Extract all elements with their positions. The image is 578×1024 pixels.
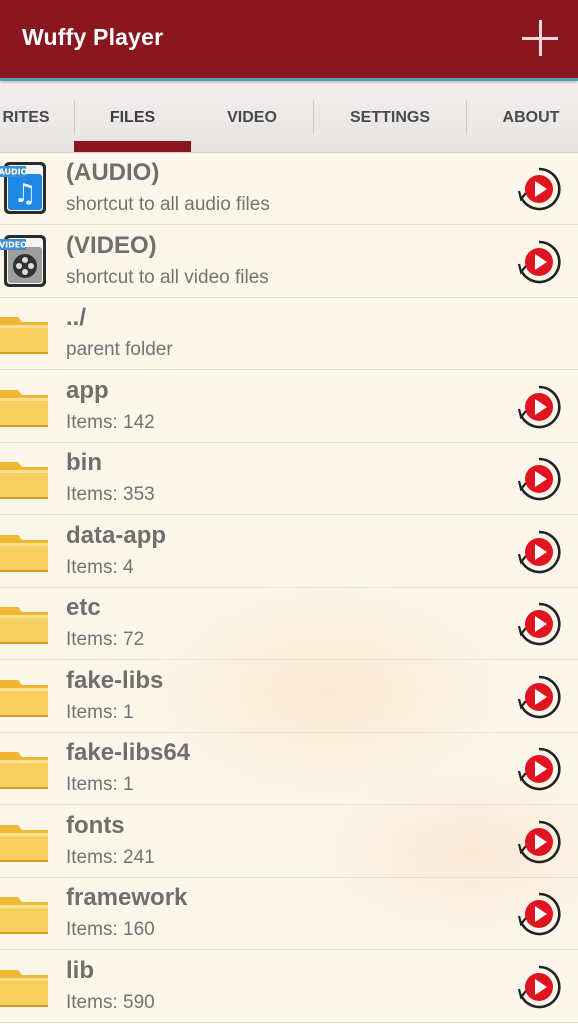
list-item[interactable]: data-app Items: 4 (0, 515, 578, 588)
list-item[interactable]: framework Items: 160 (0, 877, 578, 950)
list-item[interactable]: bin Items: 353 (0, 442, 578, 515)
item-title: etc (66, 594, 101, 621)
audio-file-icon: ♫ AUDIO (0, 160, 50, 216)
tab-favorites[interactable]: RITES (0, 81, 60, 152)
item-title: fonts (66, 811, 125, 839)
app-bar: Wuffy Player (0, 0, 578, 81)
folder-icon (0, 885, 50, 941)
folder-icon (0, 668, 50, 724)
item-subtitle: Items: 353 (66, 484, 155, 505)
item-title: fake-libs (66, 666, 164, 694)
list-item[interactable]: etc Items: 72 (0, 587, 578, 660)
folder-icon (0, 813, 50, 869)
item-title: bin (66, 449, 102, 476)
plus-icon[interactable] (520, 18, 560, 58)
play-circle-icon[interactable] (516, 384, 562, 430)
list-item[interactable]: lib Items: 590 (0, 950, 578, 1023)
item-subtitle: Items: 160 (66, 919, 155, 940)
play-circle-icon[interactable] (516, 529, 562, 575)
tab-video[interactable]: VIDEO (191, 81, 313, 152)
list-item[interactable]: app Items: 142 (0, 370, 578, 443)
app-title: Wuffy Player (22, 24, 164, 50)
list-item[interactable]: ♫ AUDIO (AUDIO) shortcut to all audio files (0, 152, 578, 225)
item-subtitle: Items: 1 (66, 701, 134, 723)
folder-icon (0, 523, 50, 579)
play-circle-icon[interactable] (516, 456, 562, 502)
list-item[interactable]: ../ parent folder (0, 297, 578, 370)
app-bar-accent-line (0, 78, 578, 81)
svg-text:VIDEO: VIDEO (0, 240, 27, 249)
list-item[interactable]: VIDEO (VIDEO) shortcut to all video files (0, 225, 578, 298)
play-circle-icon[interactable] (516, 819, 562, 865)
item-subtitle: shortcut to all audio files (66, 194, 270, 215)
item-title: app (66, 376, 109, 404)
list-item[interactable]: fake-libs64 Items: 1 (0, 732, 578, 805)
folder-icon (0, 305, 50, 361)
play-circle-icon[interactable] (516, 166, 562, 212)
item-subtitle: Items: 241 (66, 846, 155, 868)
tab-settings[interactable]: SETTINGS (313, 81, 467, 152)
item-title: fake-libs64 (66, 739, 191, 766)
item-title: data-app (66, 521, 167, 549)
play-circle-icon[interactable] (516, 601, 562, 647)
item-subtitle: Items: 1 (66, 774, 134, 795)
play-circle-icon[interactable] (516, 746, 562, 792)
folder-icon (0, 378, 50, 434)
item-title: (AUDIO) (66, 159, 160, 186)
play-circle-icon[interactable] (516, 239, 562, 285)
item-title: framework (66, 884, 188, 911)
item-subtitle: Items: 590 (66, 991, 155, 1013)
play-circle-icon[interactable] (516, 964, 562, 1010)
item-subtitle: parent folder (66, 339, 173, 360)
folder-icon (0, 450, 50, 506)
list-item[interactable]: fake-libs Items: 1 (0, 660, 578, 733)
tab-about[interactable]: ABOUT (467, 81, 578, 152)
play-circle-icon[interactable] (516, 891, 562, 937)
folder-icon (0, 958, 50, 1014)
folder-icon (0, 740, 50, 796)
item-subtitle: shortcut to all video files (66, 266, 269, 288)
svg-text:♫: ♫ (13, 179, 36, 209)
play-circle-icon[interactable] (516, 674, 562, 720)
item-subtitle: Items: 72 (66, 629, 145, 650)
item-title: (VIDEO) (66, 231, 157, 259)
file-list[interactable]: ♫ AUDIO (AUDIO) shortcut to all audio files… (0, 152, 578, 1024)
svg-text:AUDIO: AUDIO (0, 168, 28, 177)
item-title: ../ (66, 304, 87, 331)
item-title: lib (66, 956, 94, 984)
list-item[interactable]: fonts Items: 241 (0, 805, 578, 878)
video-file-icon: VIDEO (0, 233, 50, 289)
item-subtitle: Items: 4 (66, 556, 134, 578)
selected-tab-indicator (74, 141, 191, 152)
item-subtitle: Items: 142 (66, 411, 155, 433)
folder-icon (0, 595, 50, 651)
